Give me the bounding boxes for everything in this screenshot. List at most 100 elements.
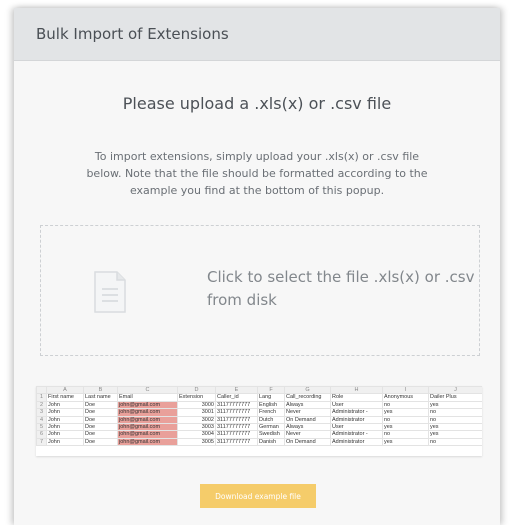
- sheet-cell: john@gmail.com: [117, 423, 178, 432]
- sheet-cell: no: [382, 415, 429, 425]
- sheet-cell: john@gmail.com: [117, 437, 178, 447]
- sheet-cell: 3005: [177, 437, 216, 447]
- sheet-cell: Doe: [83, 423, 118, 432]
- row-number: 5: [36, 423, 47, 432]
- sheet-cell: no: [428, 408, 482, 417]
- sheet-header-cell: Call_recording: [284, 393, 331, 402]
- sheet-cell: yes: [428, 430, 482, 439]
- column-letter: H: [330, 386, 383, 395]
- row-number: 6: [36, 430, 47, 439]
- column-letter: A: [46, 386, 84, 395]
- sheet-cell: German: [257, 423, 285, 432]
- sheet-data-row: 3 John Doe john@gmail.com 3001 31177777777 Fre…: [36, 408, 482, 417]
- sheet-cell: Danish: [257, 437, 285, 447]
- sheet-header-cell: Role: [330, 393, 383, 402]
- sheet-cell: John: [46, 437, 84, 447]
- modal-title: Bulk Import of Extensions: [36, 25, 229, 43]
- column-letter: G: [284, 386, 331, 395]
- sheet-header-cell: Lang: [257, 393, 285, 402]
- download-example-button[interactable]: Download example file: [200, 484, 316, 508]
- sheet-cell: 31177777777: [215, 408, 258, 417]
- sheet-cell: Doe: [83, 437, 118, 447]
- row-number: 3: [36, 408, 47, 417]
- row-number: 1: [36, 393, 47, 402]
- sheet-cell: 31177777777: [215, 400, 258, 410]
- example-table: A B C D E F G H I J 1 First name Last name Email Exten…: [36, 386, 482, 447]
- sheet-cell: 3001: [177, 408, 216, 417]
- sheet-data-row: 2 John Doe john@gmail.com 3000 31177777777 Eng…: [36, 400, 482, 410]
- column-letter: E: [215, 386, 258, 395]
- sheet-cell: Doe: [83, 415, 118, 425]
- column-letter: F: [257, 386, 285, 395]
- sheet-cell: English: [257, 400, 285, 410]
- sheet-cell: 31177777777: [215, 430, 258, 439]
- column-letter: I: [382, 386, 429, 395]
- sheet-cell: Always: [284, 400, 331, 410]
- sheet-cell: john@gmail.com: [117, 415, 178, 425]
- sheet-cell: Never: [284, 430, 331, 439]
- sheet-cell: John: [46, 423, 84, 432]
- sheet-cell: yes: [428, 400, 482, 410]
- upload-instructions: To import extensions, simply upload your…: [86, 150, 428, 197]
- sheet-header-cell: Email: [117, 393, 178, 402]
- sheet-header-cell: Caller_id: [215, 393, 258, 402]
- sheet-cell: Always: [284, 423, 331, 432]
- sheet-cell: no: [382, 400, 429, 410]
- sheet-cell: no: [428, 415, 482, 425]
- sheet-data-row: 5 John Doe john@gmail.com 3003 31177777777 Ger…: [36, 423, 482, 432]
- sheet-cell: John: [46, 415, 84, 425]
- sheet-cell: John: [46, 408, 84, 417]
- sheet-cell: John: [46, 400, 84, 410]
- document-icon: [93, 271, 127, 317]
- sheet-cell: john@gmail.com: [117, 400, 178, 410]
- sheet-cell: Administrator: [330, 437, 383, 447]
- sheet-cell: Doe: [83, 400, 118, 410]
- sheet-cell: On Demand: [284, 415, 331, 425]
- sheet-cell: Dutch: [257, 415, 285, 425]
- sheet-cell: John: [46, 430, 84, 439]
- sheet-cell: no: [382, 430, 429, 439]
- sheet-cell: 31177777777: [215, 437, 258, 447]
- sheet-cell: Doe: [83, 408, 118, 417]
- sheet-cell: Never: [284, 408, 331, 417]
- column-letter: B: [83, 386, 118, 395]
- sheet-cell: yes: [382, 437, 429, 447]
- sheet-cell: yes: [382, 408, 429, 417]
- sheet-data-row: 4 John Doe john@gmail.com 3002 31177777777 Dut…: [36, 415, 482, 425]
- sheet-cell: yes: [428, 423, 482, 432]
- sheet-cell: Swedish: [257, 430, 285, 439]
- row-number: 4: [36, 415, 47, 425]
- modal-header: Bulk Import of Extensions: [14, 8, 500, 61]
- column-letter: D: [177, 386, 216, 395]
- sheet-header-cell: First name: [46, 393, 84, 402]
- sheet-data-row: 7 John Doe john@gmail.com 3005 31177777777 Dan…: [36, 437, 482, 447]
- sheet-cell: French: [257, 408, 285, 417]
- column-letter-row: ABCDEFGHIJ: [36, 386, 482, 395]
- sheet-cell: 31177777777: [215, 423, 258, 432]
- sheet-cell: no: [428, 437, 482, 447]
- sheet-cell: 3002: [177, 415, 216, 425]
- sheet-header-cell: Dailer Plus: [428, 393, 482, 402]
- bulk-import-modal: Bulk Import of Extensions Please upload …: [14, 8, 500, 525]
- sheet-cell: On Demand: [284, 437, 331, 447]
- sheet-cell: Administrator -: [330, 430, 383, 439]
- column-letter: J: [428, 386, 482, 395]
- file-dropzone[interactable]: Click to select the file .xls(x) or .csv…: [40, 225, 480, 356]
- sheet-header-cell: Last name: [83, 393, 118, 402]
- sheet-body: A B C D E F G H I J 1 First name Last name Email Exten…: [36, 386, 482, 447]
- sheet-header-cell: Extension: [177, 393, 216, 402]
- sheet-cell: 31177777777: [215, 415, 258, 425]
- sheet-cell: User: [330, 400, 383, 410]
- corner-cell: [36, 386, 47, 395]
- sheet-cell: Administrator -: [330, 408, 383, 417]
- example-spreadsheet: A B C D E F G H I J 1 First name Last name Email Exten…: [36, 386, 482, 456]
- row-number: 2: [36, 400, 47, 410]
- dropzone-text: Click to select the file .xls(x) or .csv…: [207, 268, 475, 309]
- sheet-cell: User: [330, 423, 383, 432]
- sheet-header-row: 1 First name Last name Email Extension Caller…: [36, 393, 482, 402]
- sheet-cell: 3004: [177, 430, 216, 439]
- sheet-header-cell: Anonymous: [382, 393, 429, 402]
- sheet-cell: 3003: [177, 423, 216, 432]
- sheet-cell: Administrator: [330, 415, 383, 425]
- sheet-cell: john@gmail.com: [117, 430, 178, 439]
